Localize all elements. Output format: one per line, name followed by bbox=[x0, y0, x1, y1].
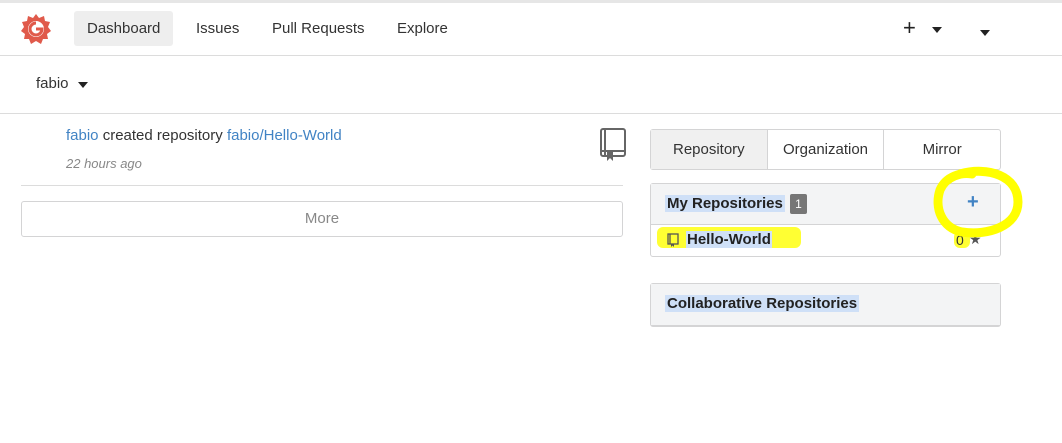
collaborative-repositories-panel: Collaborative Repositories bbox=[650, 283, 1001, 327]
feed-timestamp: 22 hours ago bbox=[66, 156, 142, 171]
feed-action: created repository bbox=[102, 127, 223, 144]
tab-repository[interactable]: Repository bbox=[651, 130, 767, 169]
book-icon bbox=[600, 128, 626, 161]
context-user-dropdown[interactable]: fabio bbox=[36, 75, 69, 92]
feed-repo-link[interactable]: fabio/Hello-World bbox=[227, 127, 342, 144]
create-new-button[interactable]: + bbox=[903, 13, 916, 43]
collaborative-repositories-title: Collaborative Repositories bbox=[665, 295, 860, 312]
nav-dashboard[interactable]: Dashboard bbox=[74, 11, 174, 46]
collaborative-repositories-header: Collaborative Repositories bbox=[651, 284, 1000, 325]
user-menu-caret-icon[interactable] bbox=[980, 30, 990, 36]
my-repositories-title: My Repositories bbox=[665, 195, 785, 212]
gitea-logo-icon[interactable] bbox=[20, 13, 52, 45]
context-switcher-bar: fabio bbox=[0, 57, 1062, 114]
repo-icon bbox=[667, 233, 679, 247]
top-navbar: Dashboard Issues Pull Requests Explore + bbox=[0, 3, 1062, 56]
feed-text: fabio created repository fabio/Hello-Wor… bbox=[66, 127, 342, 144]
repo-name-link[interactable]: Hello-World bbox=[686, 231, 772, 248]
feed-item: fabio created repository fabio/Hello-Wor… bbox=[21, 114, 626, 186]
nav-explore[interactable]: Explore bbox=[384, 11, 461, 46]
create-dropdown-caret-icon[interactable] bbox=[932, 27, 942, 33]
more-button[interactable]: More bbox=[21, 201, 623, 237]
nav-pull-requests[interactable]: Pull Requests bbox=[259, 11, 378, 46]
context-caret-icon[interactable] bbox=[78, 82, 88, 88]
feed-actor-link[interactable]: fabio bbox=[66, 127, 99, 144]
nav-issues[interactable]: Issues bbox=[183, 11, 252, 46]
repo-count-badge: 1 bbox=[790, 194, 807, 214]
highlight-circle-annotation bbox=[933, 166, 1023, 238]
tab-organization[interactable]: Organization bbox=[766, 130, 884, 169]
